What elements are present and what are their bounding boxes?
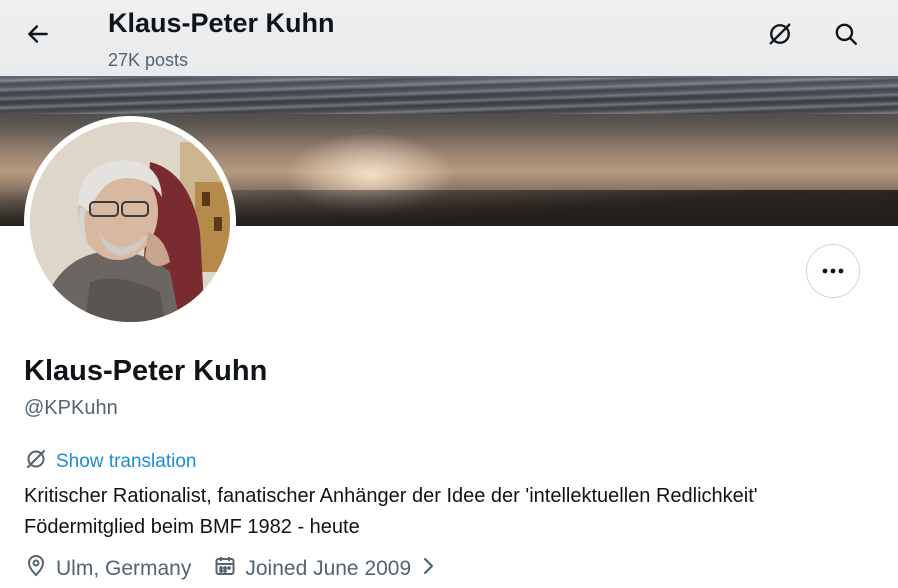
location-item: Ulm, Germany — [24, 554, 191, 584]
post-count: 27K posts — [108, 50, 189, 70]
joined-item[interactable]: Joined June 2009 — [213, 554, 437, 584]
avatar-portrait — [30, 122, 230, 322]
profile-meta: Ulm, Germany Joined June 2009 — [24, 554, 459, 584]
profile-header-bar: Klaus-Peter Kuhn 27K posts — [0, 0, 898, 76]
chevron-right-icon — [419, 555, 437, 583]
back-button[interactable] — [16, 16, 60, 56]
more-horizontal-icon — [821, 262, 845, 280]
arrow-left-icon — [25, 21, 51, 52]
bio-line: Födermitglied beim BMF 1982 - heute — [24, 516, 360, 538]
banner-waves — [0, 78, 898, 114]
joined-text: Joined June 2009 — [245, 557, 412, 580]
show-translation-link[interactable]: Show translation — [56, 451, 196, 473]
translate-icon — [24, 447, 48, 476]
display-name: Klaus-Peter Kuhn — [24, 355, 268, 387]
more-options-button[interactable] — [806, 244, 860, 298]
bio-line: Kritischer Rationalist, fanatischer Anhä… — [24, 485, 758, 507]
translate-icon — [766, 20, 794, 53]
show-translation[interactable]: Show translation — [24, 447, 196, 476]
avatar — [30, 122, 230, 322]
location-pin-icon — [24, 554, 48, 584]
header-title: Klaus-Peter Kuhn — [108, 8, 335, 38]
profile-bio: Kritischer Rationalist, fanatischer Anhä… — [24, 481, 874, 543]
search-icon — [833, 21, 859, 52]
calendar-icon — [213, 554, 237, 584]
avatar-ring[interactable] — [24, 116, 236, 328]
location-text: Ulm, Germany — [56, 557, 192, 580]
translate-button[interactable] — [758, 14, 802, 58]
search-button[interactable] — [824, 14, 868, 58]
user-handle: @KPKuhn — [24, 397, 118, 419]
